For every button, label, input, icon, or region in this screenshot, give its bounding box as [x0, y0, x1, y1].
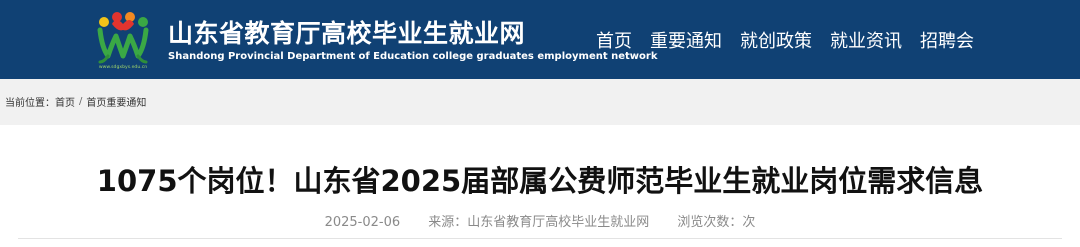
article-title: 1075个岗位！山东省2025届部属公费师范毕业生就业岗位需求信息 [96, 164, 984, 198]
nav-item-entrepreneurship-policy[interactable]: 就创政策 [740, 27, 812, 53]
nav-item-job-fairs[interactable]: 招聘会 [920, 27, 974, 53]
nav-item-home[interactable]: 首页 [596, 27, 632, 53]
site-subtitle: Shandong Provincial Department of Educat… [168, 51, 658, 62]
breadcrumb-bar: 当前位置： 首页 / 首页重要通知 [0, 79, 1080, 125]
logo-url-text: www.sdgxbys.edu.cn [99, 64, 147, 70]
site-header: www.sdgxbys.edu.cn 山东省教育厅高校毕业生就业网 Shando… [0, 0, 1080, 79]
breadcrumb-prefix: 当前位置： [5, 98, 55, 109]
article-date: 2025-02-06 [324, 215, 401, 230]
article-meta: 2025-02-06 来源：山东省教育厅高校毕业生就业网 浏览次数：次 [0, 211, 1080, 230]
nav-item-important-notices[interactable]: 重要通知 [650, 27, 722, 53]
article-source: 来源：山东省教育厅高校毕业生就业网 [428, 215, 650, 230]
main-nav: 首页 重要通知 就创政策 就业资讯 招聘会 [596, 0, 992, 79]
breadcrumb-notices-link[interactable]: 首页重要通知 [86, 94, 146, 109]
divider [18, 238, 1062, 239]
site-title[interactable]: 山东省教育厅高校毕业生就业网 [168, 14, 525, 50]
nav-item-employment-news[interactable]: 就业资讯 [830, 27, 902, 53]
breadcrumb: 当前位置： 首页 / 首页重要通知 [5, 94, 146, 109]
stick-figures-logo-icon[interactable]: www.sdgxbys.edu.cn [92, 8, 154, 70]
breadcrumb-home-link[interactable]: 首页 [55, 94, 75, 109]
article-views: 浏览次数：次 [677, 215, 756, 230]
breadcrumb-separator: / [79, 96, 83, 107]
